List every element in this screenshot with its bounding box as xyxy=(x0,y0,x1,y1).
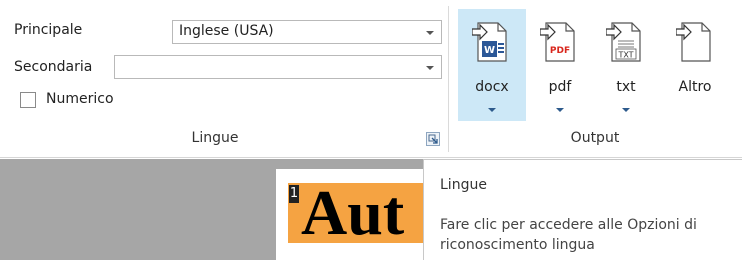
numeric-checkbox[interactable] xyxy=(20,92,36,108)
recognition-region[interactable]: Aut 1 xyxy=(288,183,438,243)
other-label: Altro xyxy=(678,79,712,95)
other-document-icon xyxy=(676,22,711,62)
primary-language-value: Inglese (USA) xyxy=(179,23,274,39)
svg-text:W: W xyxy=(484,45,495,56)
tooltip: Lingue Fare clic per accedere alle Opzio… xyxy=(423,159,742,260)
primary-language-select[interactable]: Inglese (USA) xyxy=(172,20,442,44)
region-text: Aut xyxy=(301,183,405,243)
dialog-launcher-icon[interactable] xyxy=(426,132,440,146)
output-txt-button[interactable]: TXT txt xyxy=(596,9,656,121)
output-docx-button[interactable]: W docx xyxy=(458,9,526,121)
primary-language-label: Principale xyxy=(14,22,83,38)
chevron-down-icon xyxy=(426,66,434,70)
pdf-badge: PDF xyxy=(550,46,570,56)
dropdown-arrow-icon xyxy=(622,108,630,112)
chevron-down-icon xyxy=(426,31,434,35)
tooltip-body: Fare clic per accedere alle Opzioni di r… xyxy=(440,217,697,253)
output-pdf-button[interactable]: PDF pdf xyxy=(530,9,590,121)
docx-label: docx xyxy=(475,79,509,95)
dropdown-arrow-icon xyxy=(556,108,564,112)
pdf-document-icon: PDF xyxy=(540,22,575,62)
numeric-label: Numerico xyxy=(46,91,114,107)
output-group-label: Output xyxy=(570,130,620,146)
group-separator xyxy=(448,6,449,152)
ribbon: Principale Inglese (USA) Secondaria Nume… xyxy=(0,0,742,158)
txt-label: txt xyxy=(616,79,636,95)
output-other-button[interactable]: Altro xyxy=(662,9,728,121)
txt-badge: TXT xyxy=(617,51,633,60)
pdf-label: pdf xyxy=(548,79,572,95)
word-document-icon: W xyxy=(472,22,507,62)
languages-group-label: Lingue xyxy=(191,130,239,146)
region-number: 1 xyxy=(289,185,299,203)
dropdown-arrow-icon xyxy=(488,108,496,112)
text-document-icon: TXT xyxy=(606,22,641,62)
tooltip-title: Lingue xyxy=(440,177,487,193)
secondary-language-label: Secondaria xyxy=(14,59,93,75)
secondary-language-select[interactable] xyxy=(114,55,442,79)
